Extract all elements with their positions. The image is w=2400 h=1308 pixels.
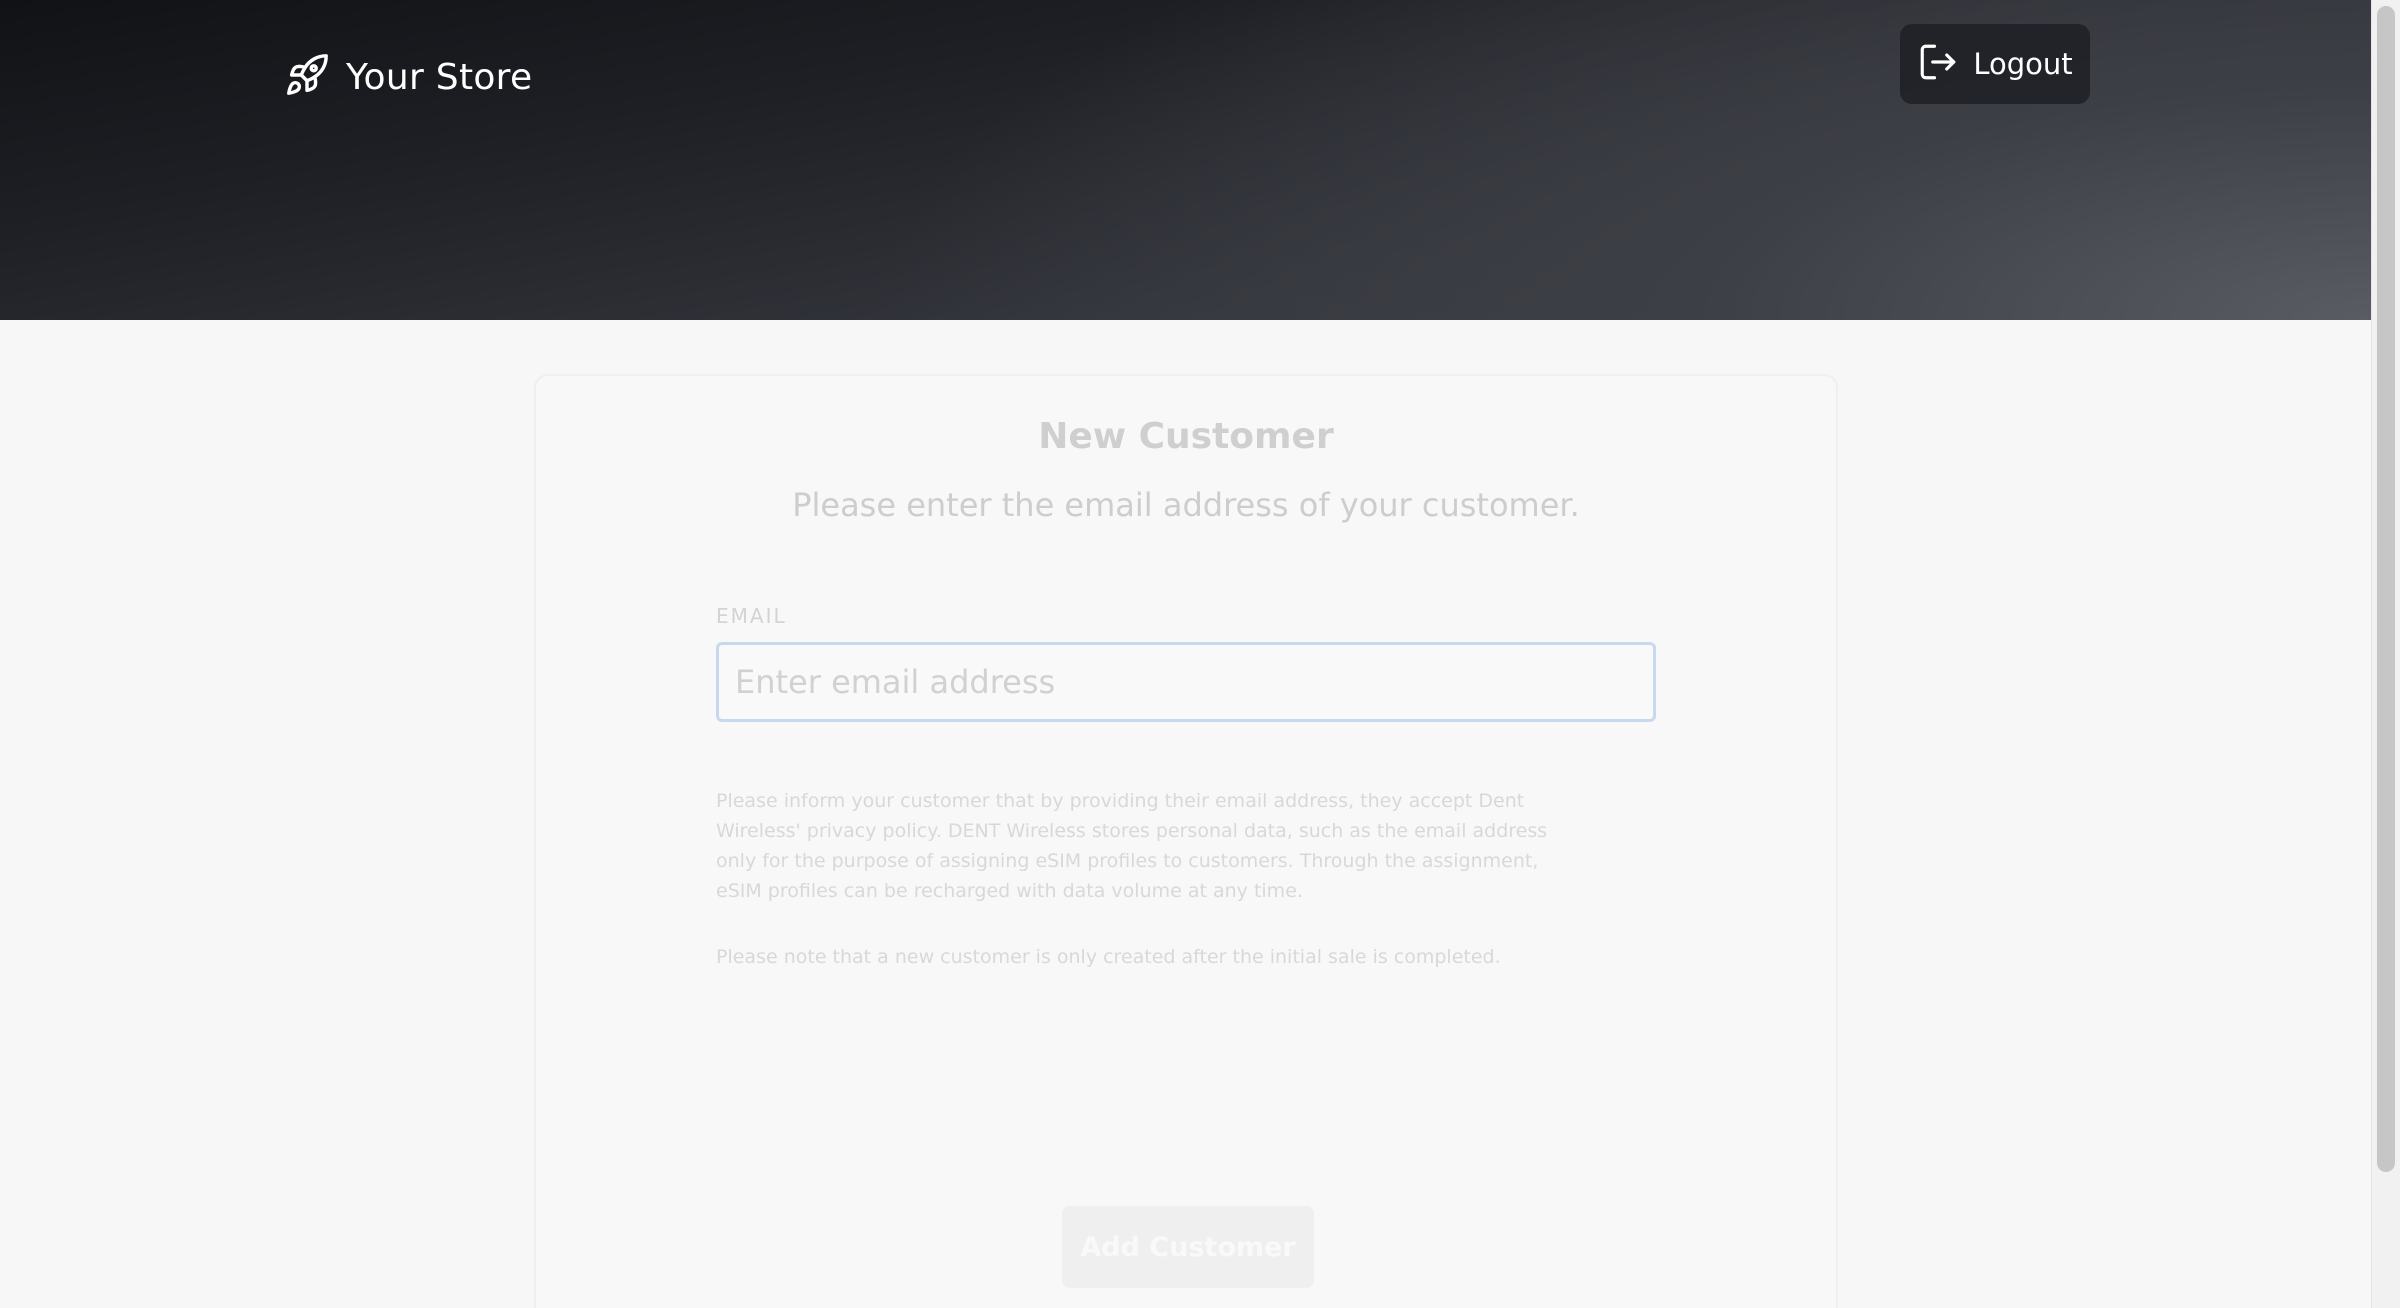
- top-header: Your Store Logout: [0, 0, 2371, 320]
- new-customer-card: New Customer Please enter the email addr…: [534, 374, 1838, 1308]
- email-input[interactable]: [716, 642, 1656, 722]
- app-viewport: Your Store Logout New Customer Please en…: [0, 0, 2400, 1308]
- logout-icon: [1917, 41, 1959, 87]
- page-scrollbar[interactable]: [2371, 0, 2400, 1308]
- logout-button[interactable]: Logout: [1900, 24, 2090, 104]
- email-label: EMAIL: [716, 604, 787, 628]
- store-brand[interactable]: Your Store: [284, 52, 532, 102]
- privacy-notice: Please inform your customer that by prov…: [716, 790, 1548, 902]
- page-subtitle: Please enter the email address of your c…: [792, 486, 1580, 524]
- logout-label: Logout: [1973, 47, 2073, 81]
- store-name: Your Store: [346, 56, 533, 98]
- scrollbar-thumb[interactable]: [2377, 6, 2395, 1172]
- rocket-icon: [284, 52, 330, 102]
- page-title: New Customer: [1038, 416, 1334, 457]
- add-customer-button[interactable]: Add Customer: [1062, 1206, 1314, 1288]
- creation-notice: Please note that a new customer is only …: [716, 946, 1501, 968]
